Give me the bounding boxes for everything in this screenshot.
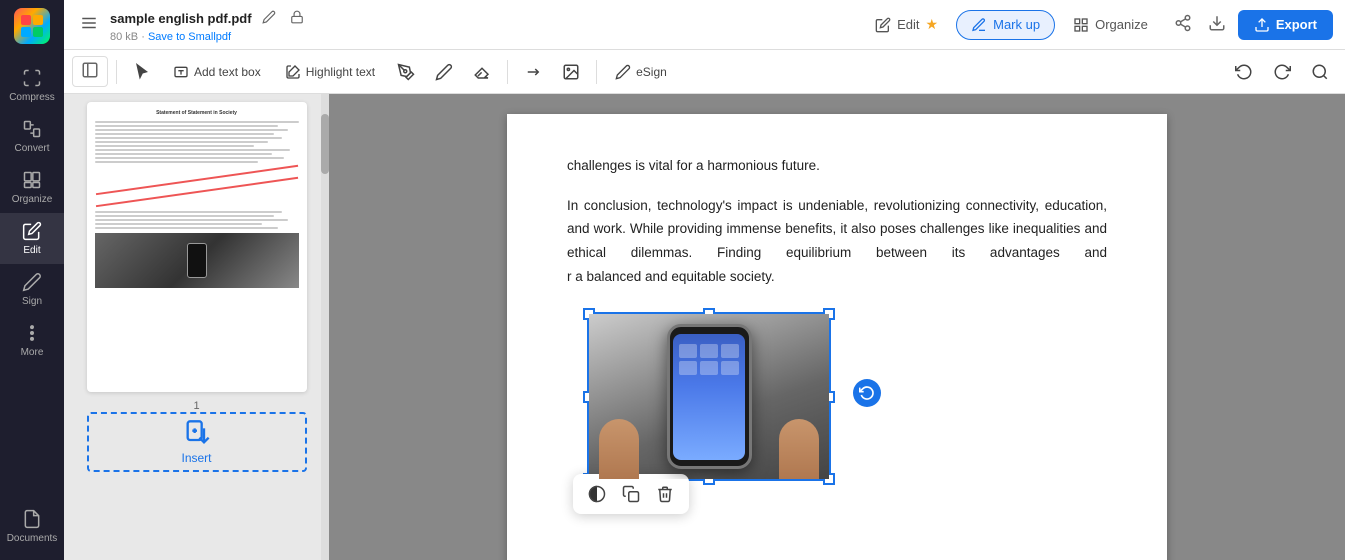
page-thumb-title: Statement of Statement in Society <box>95 110 299 117</box>
toolbar: Add text box Highlight text <box>64 50 1345 94</box>
page-number: 1 <box>72 400 321 412</box>
tab-organize[interactable]: Organize <box>1059 11 1162 39</box>
pen-tool-button[interactable] <box>389 58 423 86</box>
sidebar-item-documents[interactable]: Documents <box>0 501 64 552</box>
undo-button[interactable] <box>1227 58 1261 86</box>
toolbar-divider-1 <box>116 60 117 84</box>
selected-image-container[interactable] <box>587 312 831 481</box>
selected-image-wrapper <box>587 304 831 481</box>
search-button[interactable] <box>1303 58 1337 86</box>
file-info: sample english pdf.pdf 80 kB <box>110 6 308 43</box>
export-button[interactable]: Export <box>1238 10 1333 40</box>
pages-panel: Statement of Statement in Society <box>64 94 329 560</box>
phone-image <box>589 314 829 479</box>
esign-button[interactable]: eSign <box>605 59 677 85</box>
add-text-box-button[interactable]: Add text box <box>163 59 271 85</box>
file-name: sample english pdf.pdf <box>110 6 308 31</box>
sidebar-item-convert[interactable]: Convert <box>0 111 64 162</box>
pages-panel-toggle[interactable] <box>72 56 108 87</box>
insert-image-button[interactable]: Insert image (I) <box>554 58 588 86</box>
image-toolbar <box>573 474 689 514</box>
page-thumb-content: Statement of Statement in Society <box>87 102 307 296</box>
rotate-handle[interactable] <box>853 379 881 407</box>
image-copy-button[interactable] <box>615 478 647 510</box>
pdf-viewer[interactable]: challenges is vital for a harmonious fut… <box>329 94 1345 560</box>
toolbar-divider-2 <box>507 60 508 84</box>
image-delete-button[interactable] <box>649 478 681 510</box>
sidebar: Compress Convert Organize Edit Sign <box>0 0 64 560</box>
cursor-tool-button[interactable] <box>125 58 159 86</box>
pages-insert-zone[interactable]: Insert <box>87 412 307 472</box>
toolbar-divider-3 <box>596 60 597 84</box>
download-button[interactable] <box>1204 10 1230 39</box>
tab-edit[interactable]: Edit ★ <box>861 10 952 39</box>
edit-filename-button[interactable] <box>258 6 280 31</box>
edit-star-icon: ★ <box>926 16 939 33</box>
image-color-button[interactable] <box>581 478 613 510</box>
sidebar-item-more[interactable]: More <box>0 315 64 366</box>
pdf-page: challenges is vital for a harmonious fut… <box>507 114 1167 560</box>
mode-tabs: Edit ★ Mark up Organize <box>861 10 1162 40</box>
file-meta: 80 kB · Save to Smallpdf <box>110 31 308 43</box>
scroll-track[interactable] <box>321 94 329 560</box>
save-to-smallpdf-link[interactable]: Save to Smallpdf <box>148 31 231 43</box>
lock-button[interactable] <box>286 6 308 31</box>
sidebar-item-edit[interactable]: Edit <box>0 213 64 264</box>
eraser-tool-button[interactable] <box>465 58 499 86</box>
main-area: sample english pdf.pdf 80 kB <box>64 0 1345 560</box>
scroll-thumb[interactable] <box>321 114 329 174</box>
selected-image <box>589 314 829 479</box>
highlight-text-button[interactable]: Highlight text <box>275 59 385 85</box>
sidebar-item-organize[interactable]: Organize <box>0 162 64 213</box>
hamburger-button[interactable] <box>76 10 102 39</box>
pencil-tool-button[interactable] <box>427 58 461 86</box>
topbar: sample english pdf.pdf 80 kB <box>64 0 1345 50</box>
topbar-left: sample english pdf.pdf 80 kB <box>76 6 853 43</box>
page-thumbnail: Statement of Statement in Society <box>87 102 307 392</box>
line-tool-button[interactable] <box>516 58 550 86</box>
share-button[interactable] <box>1170 10 1196 39</box>
redo-button[interactable] <box>1265 58 1299 86</box>
page-thumb-image <box>95 233 299 288</box>
tab-markup[interactable]: Mark up <box>956 10 1055 40</box>
content-area: Statement of Statement in Society <box>64 94 1345 560</box>
sidebar-item-sign[interactable]: Sign <box>0 264 64 315</box>
image-inline-container: r a balanced and equitable society. <box>567 265 775 289</box>
app-logo <box>14 8 50 44</box>
sidebar-item-compress[interactable]: Compress <box>0 60 64 111</box>
pdf-text: challenges is vital for a harmonious fut… <box>567 154 1107 288</box>
topbar-right: Export <box>1170 10 1333 40</box>
